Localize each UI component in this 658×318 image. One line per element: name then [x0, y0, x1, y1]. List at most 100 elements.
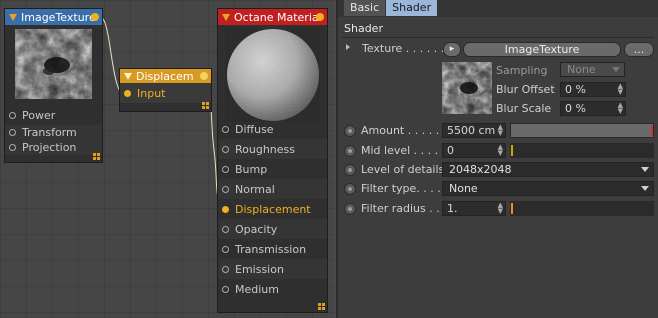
tab-basic[interactable]: Basic [344, 0, 386, 16]
port-label: Emission [235, 262, 284, 276]
texture-more-button[interactable]: ... [624, 42, 654, 57]
slider-handle[interactable] [651, 125, 653, 136]
port-label: Transform [22, 126, 77, 139]
mid-level-slider[interactable] [510, 143, 654, 158]
section-divider [342, 37, 654, 38]
displacement-node[interactable]: Displacem Input [119, 68, 212, 112]
port-label: Input [137, 86, 166, 100]
filter-radius-slider[interactable] [510, 201, 654, 216]
input-port-icon[interactable] [222, 225, 229, 233]
spinner-arrows-icon[interactable]: ▲ ▼ [498, 144, 503, 157]
amount-slider[interactable] [510, 123, 654, 138]
port-label: Medium [235, 282, 279, 296]
port-roughness[interactable]: Roughness [218, 139, 327, 159]
animation-radio-icon[interactable] [344, 182, 356, 195]
blur-offset-value: 0 % [565, 83, 586, 96]
input-port-icon[interactable] [9, 111, 16, 119]
port-transmission[interactable]: Transmission [218, 239, 327, 259]
port-opacity[interactable]: Opacity [218, 219, 327, 239]
filter-radius-value: 1. [447, 202, 458, 215]
port-label: Displacement [235, 202, 311, 216]
mid-level-value: 0 [447, 144, 454, 157]
input-port-icon[interactable] [222, 205, 229, 213]
filter-radius-field[interactable]: 1. ▲ ▼ [442, 201, 506, 216]
port-label: Normal [235, 182, 275, 196]
image-texture-node[interactable]: ImageTexture Power Transform Projection [4, 8, 103, 163]
port-emission[interactable]: Emission [218, 259, 327, 279]
filter-type-value: None [449, 182, 478, 195]
input-port-icon[interactable] [222, 165, 229, 173]
tab-shader[interactable]: Shader [386, 0, 438, 16]
animation-radio-icon[interactable] [344, 163, 356, 176]
port-medium[interactable]: Medium [218, 279, 327, 299]
collapse-triangle-icon[interactable] [9, 13, 17, 21]
level-of-details-label: Level of details [361, 163, 445, 176]
expand-arrow-icon[interactable] [346, 44, 350, 50]
port-displacement[interactable]: Displacement [218, 199, 327, 219]
resize-handle-icon[interactable] [317, 302, 325, 310]
tab-bar: Basic Shader [338, 0, 658, 17]
resize-handle-icon[interactable] [92, 152, 100, 160]
collapse-triangle-icon[interactable] [124, 72, 132, 80]
blur-offset-field[interactable]: 0 % ▲ ▼ [560, 82, 626, 97]
material-sphere-preview [227, 29, 319, 121]
port-label: Transmission [235, 242, 307, 256]
port-label: Roughness [235, 142, 296, 156]
output-port-icon[interactable] [316, 13, 324, 21]
blur-scale-label: Blur Scale [496, 102, 552, 115]
port-input[interactable]: Input [120, 83, 211, 103]
input-port-icon[interactable] [124, 89, 131, 97]
mid-level-field[interactable]: 0 ▲ ▼ [442, 143, 506, 158]
input-port-icon[interactable] [222, 185, 229, 193]
collapse-triangle-icon[interactable] [222, 13, 230, 21]
octane-material-node[interactable]: Octane Material Diffuse Roughness Bump N… [217, 8, 328, 313]
input-port-icon[interactable] [9, 144, 16, 151]
port-normal[interactable]: Normal [218, 179, 327, 199]
sampling-dropdown[interactable]: None [560, 62, 625, 77]
input-port-icon[interactable] [222, 265, 229, 273]
texture-preview [15, 29, 92, 99]
animation-radio-icon[interactable] [344, 124, 356, 137]
port-bump[interactable]: Bump [218, 159, 327, 179]
spinner-arrows-icon[interactable]: ▲ ▼ [618, 83, 623, 96]
material-preview [225, 28, 320, 122]
texture-thumbnail [442, 62, 492, 114]
node-header[interactable]: ImageTexture [5, 9, 102, 25]
spinner-arrows-icon[interactable]: ▲ ▼ [498, 202, 503, 215]
node-header[interactable]: Displacem [120, 69, 211, 83]
node-title: ImageTexture [21, 10, 96, 24]
input-port-icon[interactable] [222, 125, 229, 133]
output-port-icon[interactable] [91, 13, 99, 21]
slider-handle[interactable] [511, 145, 513, 156]
node-header[interactable]: Octane Material [218, 9, 327, 25]
port-transform[interactable]: Transform [5, 125, 102, 140]
port-label: Projection [22, 141, 77, 154]
input-port-icon[interactable] [222, 145, 229, 153]
animation-radio-icon[interactable] [344, 144, 356, 157]
filter-type-dropdown[interactable]: None [442, 181, 654, 196]
slider-handle[interactable] [511, 203, 513, 214]
port-projection[interactable]: Projection [5, 140, 102, 155]
port-label: Opacity [235, 222, 278, 236]
port-diffuse[interactable]: Diffuse [218, 119, 327, 139]
amount-field[interactable]: 5500 cm ▲ ▼ [442, 123, 506, 138]
texture-row: Texture . . . . . . ▸ ImageTexture ... [338, 41, 658, 58]
texture-shader-button[interactable]: ImageTexture [463, 42, 621, 57]
resize-handle-icon[interactable] [201, 101, 209, 109]
input-port-icon[interactable] [222, 245, 229, 253]
texture-arrow-button[interactable]: ▸ [443, 42, 461, 57]
input-port-icon[interactable] [9, 129, 16, 136]
blur-offset-label: Blur Offset [496, 83, 555, 96]
node-title: Octane Material [234, 10, 322, 24]
level-of-details-dropdown[interactable]: 2048x2048 [442, 162, 654, 177]
animation-radio-icon[interactable] [344, 202, 356, 215]
spinner-arrows-icon[interactable]: ▲ ▼ [498, 124, 503, 137]
spinner-arrows-icon[interactable]: ▲ ▼ [618, 102, 623, 115]
input-port-icon[interactable] [222, 285, 229, 293]
mid-level-label: Mid level . . . . . [361, 144, 446, 157]
blur-scale-field[interactable]: 0 % ▲ ▼ [560, 101, 626, 116]
output-port-icon[interactable] [200, 72, 208, 80]
node-editor[interactable]: ImageTexture Power Transform Projection … [0, 0, 334, 318]
port-power[interactable]: Power [5, 105, 102, 125]
port-label: Power [22, 108, 56, 122]
